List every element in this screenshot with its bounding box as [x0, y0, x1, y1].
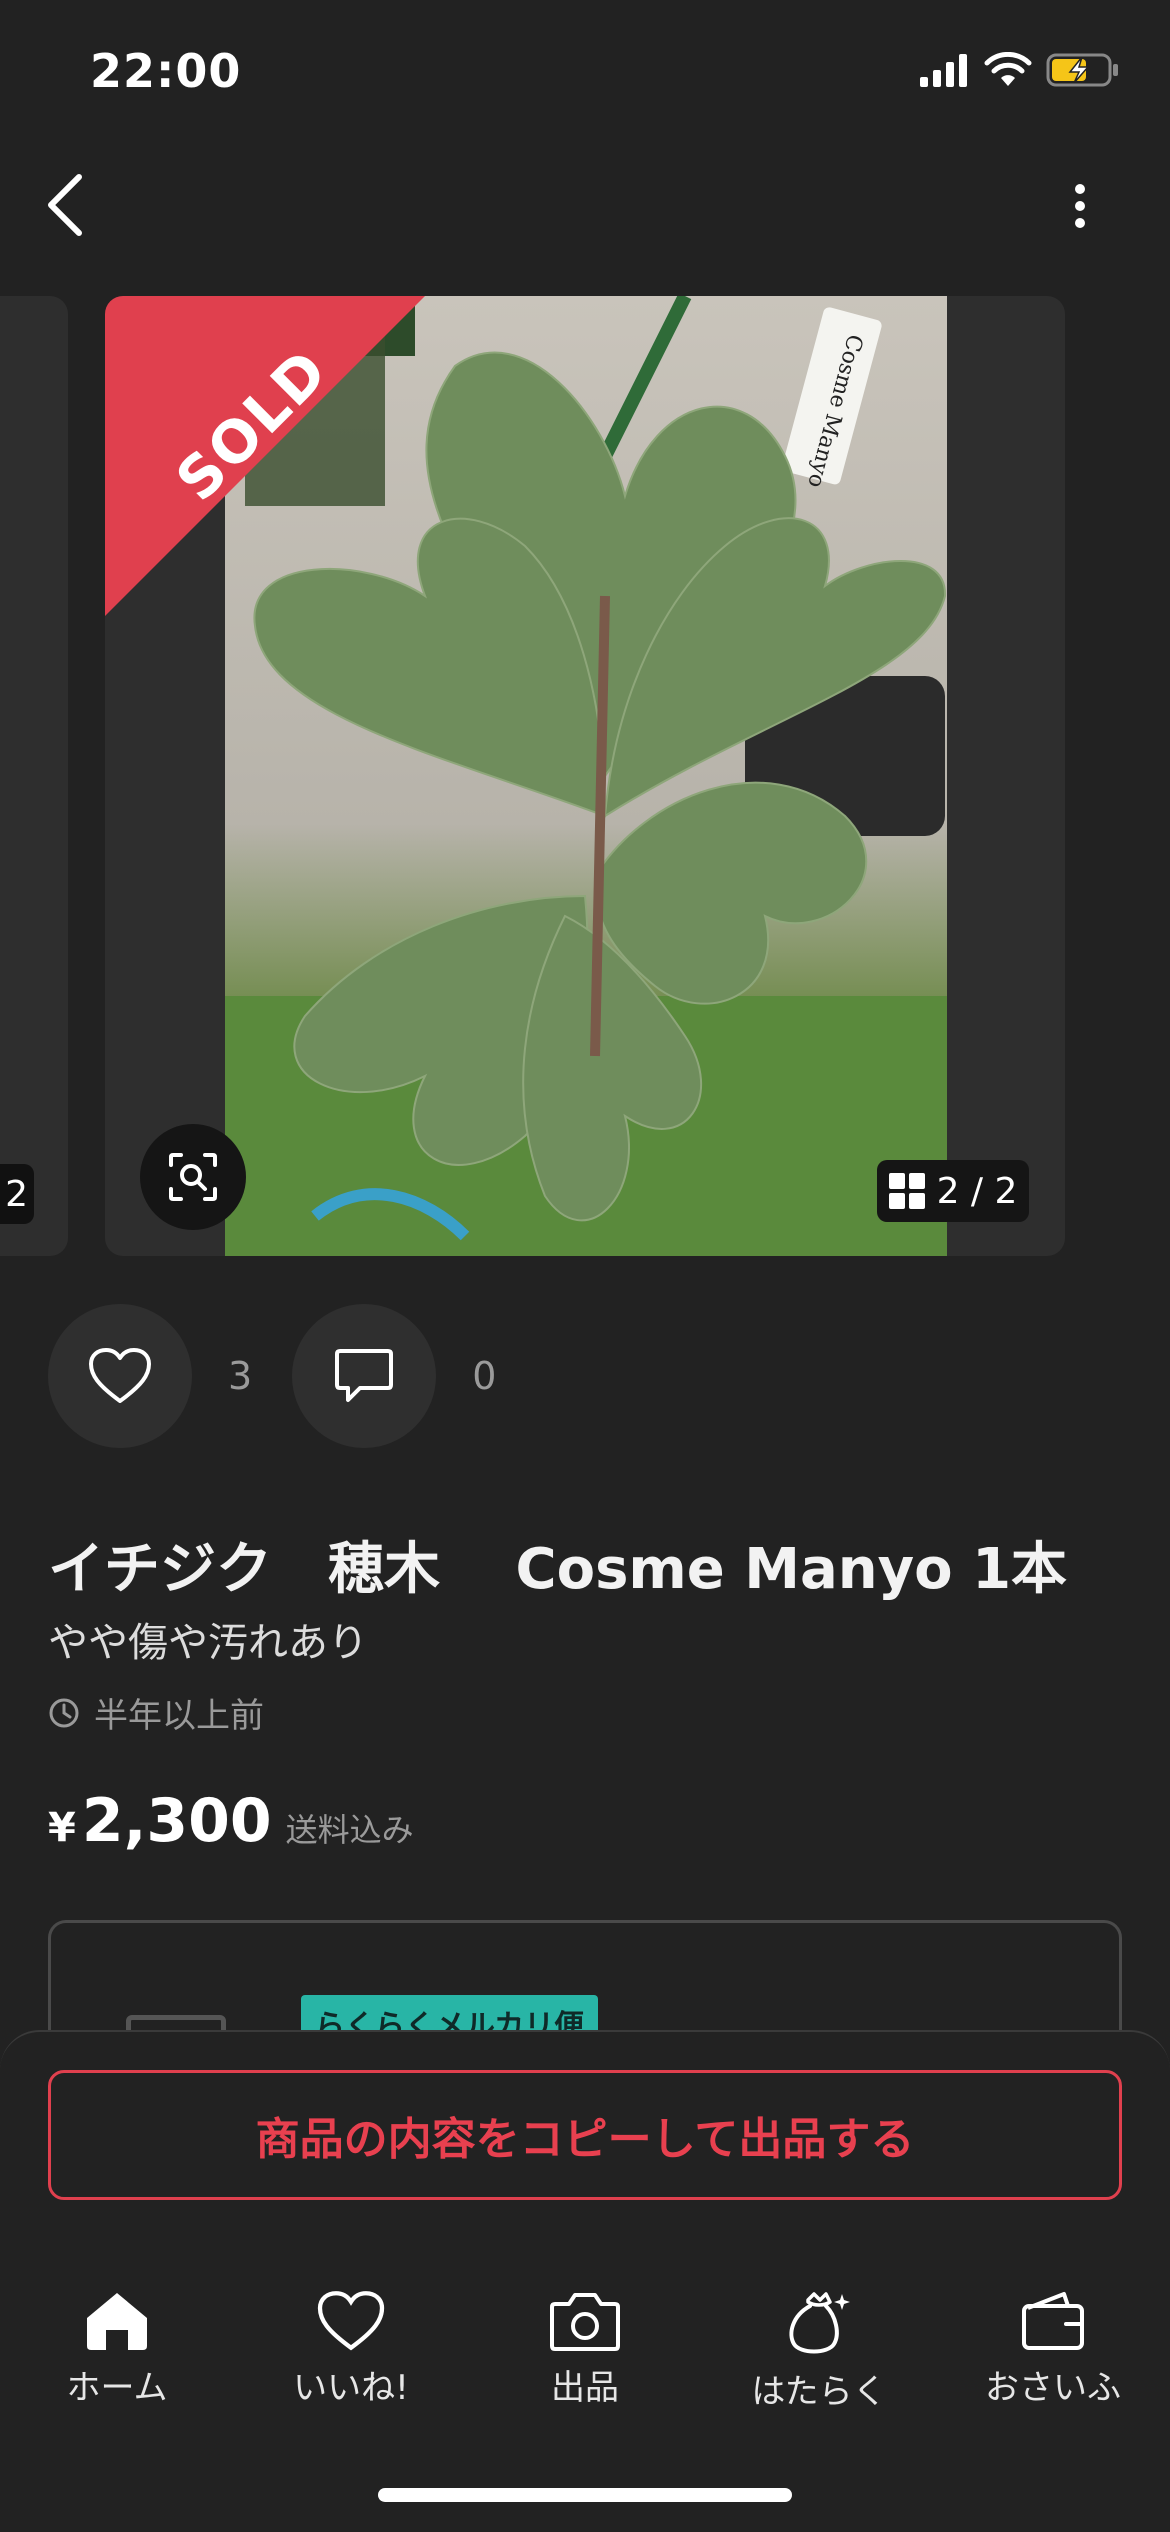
wifi-icon — [984, 52, 1032, 86]
product-title: イチジク 穂木 Cosme Manyo 1本 — [48, 1537, 1068, 1602]
tab-label: いいね! — [293, 2368, 409, 2408]
tab-bar: ホーム いいね! 出品 はたらく おさいふ — [0, 2290, 1170, 2430]
product-image-card[interactable]: Cosme Manyo SOLD 2 / 2 — [105, 296, 1065, 1256]
sold-ribbon: SOLD — [105, 296, 425, 616]
home-icon — [87, 2293, 147, 2350]
tab-label: おさいふ — [985, 2368, 1121, 2408]
more-vertical-icon — [1075, 184, 1085, 228]
grid-icon — [888, 1173, 925, 1209]
comment-button[interactable] — [292, 1304, 437, 1448]
tab-label: 出品 — [551, 2368, 619, 2408]
price-row: ¥ 2,300 送料込み — [48, 1786, 414, 1856]
money-bag-icon — [789, 2292, 850, 2354]
tab-sell[interactable]: 出品 — [468, 2290, 702, 2430]
image-counter-text: 2 / 2 — [936, 1170, 1018, 1212]
comment-icon — [335, 1349, 394, 1402]
back-button[interactable] — [30, 170, 100, 240]
more-options-button[interactable] — [1050, 176, 1110, 236]
comment-count: 0 — [472, 1354, 497, 1398]
like-count: 3 — [228, 1354, 253, 1398]
wallet-icon — [1022, 2292, 1084, 2350]
tab-label: はたらく — [751, 2372, 887, 2412]
heart-icon — [317, 2291, 385, 2351]
image-carousel[interactable]: 2 Cosme Manyo SOLD 2 / 2 — [0, 296, 1170, 1256]
tab-home[interactable]: ホーム — [0, 2290, 234, 2430]
image-search-icon — [169, 1153, 217, 1201]
clock-icon — [49, 1698, 79, 1727]
previous-image-card[interactable] — [0, 296, 68, 1256]
price-value: 2,300 — [81, 1786, 272, 1856]
tab-work[interactable]: はたらく — [702, 2290, 936, 2430]
previous-image-counter: 2 — [0, 1164, 34, 1224]
engagement-actions: 3 0 — [48, 1304, 536, 1448]
camera-icon — [550, 2293, 620, 2351]
heart-icon — [89, 1348, 151, 1403]
posted-time: 半年以上前 — [94, 1696, 264, 1736]
zoom-search-button[interactable] — [140, 1124, 246, 1230]
like-button[interactable] — [48, 1304, 192, 1448]
home-indicator[interactable] — [378, 2488, 792, 2502]
copy-and-list-button[interactable]: 商品の内容をコピーして出品する — [48, 2070, 1122, 2200]
bottom-action-sheet: 商品の内容をコピーして出品する — [0, 2030, 1170, 2532]
tab-label: ホーム — [66, 2368, 168, 2408]
price-currency: ¥ — [48, 1805, 76, 1851]
tab-likes[interactable]: いいね! — [234, 2290, 468, 2430]
tab-wallet[interactable]: おさいふ — [936, 2290, 1170, 2430]
image-counter[interactable]: 2 / 2 — [877, 1160, 1029, 1222]
signal-icon — [920, 54, 967, 87]
status-icons — [920, 52, 1120, 88]
posted-time-row: 半年以上前 — [48, 1688, 264, 1737]
status-bar: 22:00 — [0, 0, 1170, 150]
price-note: 送料込み — [285, 1811, 414, 1849]
product-condition: やや傷や汚れあり — [48, 1620, 368, 1666]
status-time: 22:00 — [90, 44, 242, 98]
battery-charging-icon — [1046, 53, 1118, 87]
chevron-left-icon — [48, 174, 82, 236]
